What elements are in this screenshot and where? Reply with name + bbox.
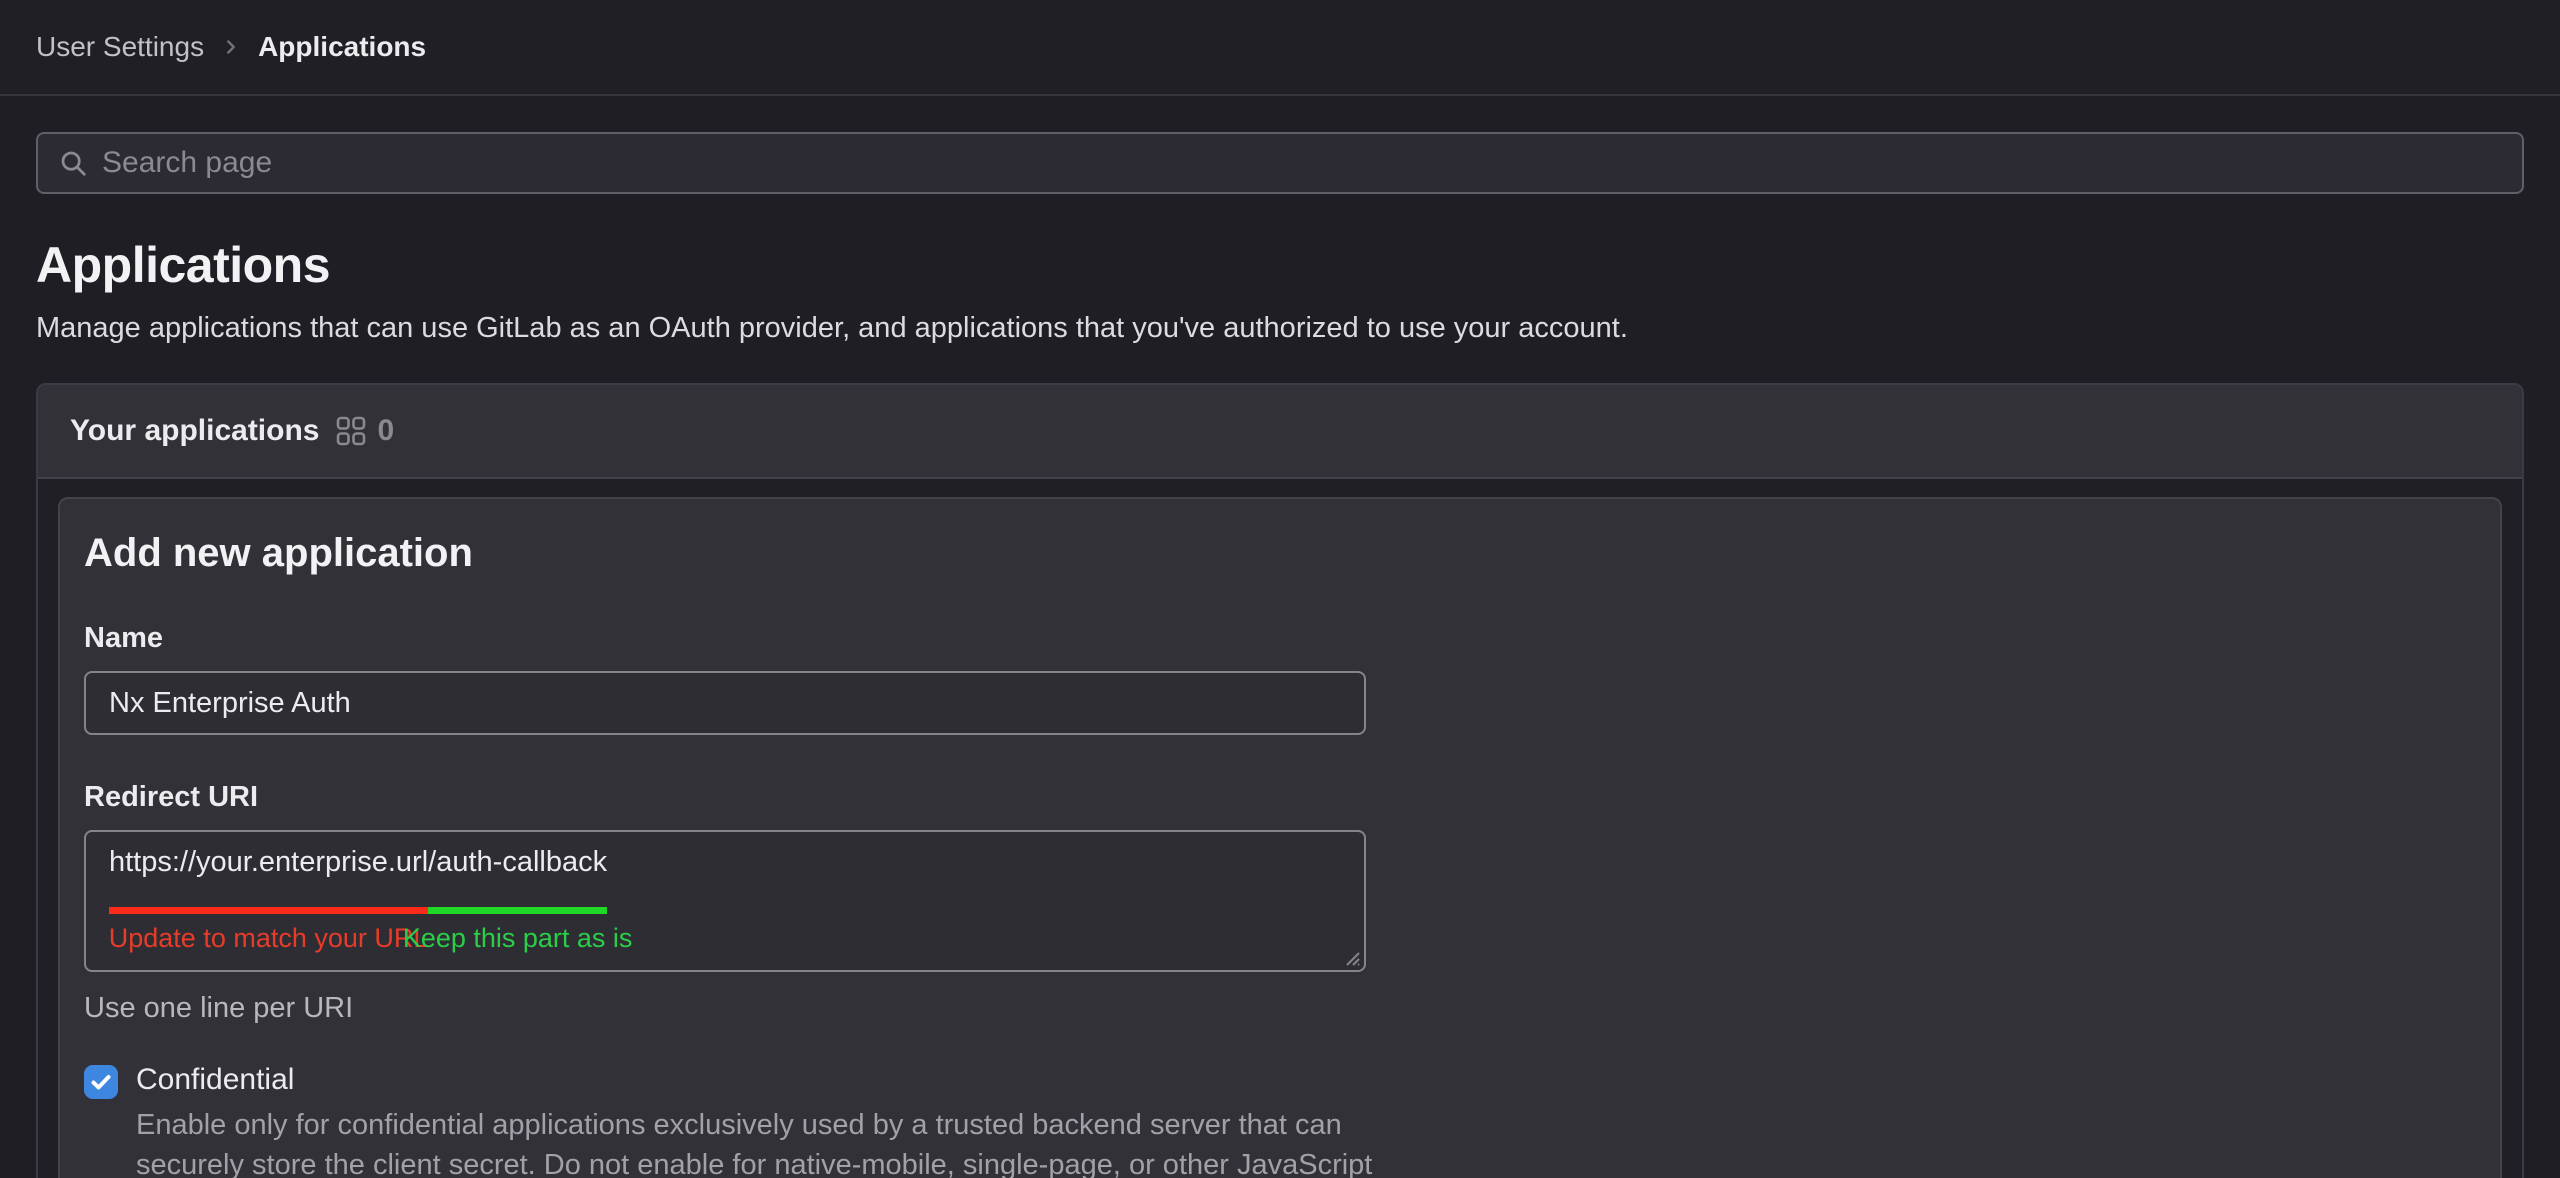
- search-input[interactable]: [102, 146, 2502, 180]
- redirect-uri-host-segment: https://your.enterprise.url Update to ma…: [109, 846, 428, 914]
- redirect-uri-path-segment: /auth-callback Keep this part as is: [428, 846, 607, 914]
- confidential-row: Confidential Enable only for confidentia…: [84, 1063, 2476, 1178]
- your-applications-body: Add new application Name Redirect URI ht…: [38, 479, 2522, 1178]
- add-application-panel: Add new application Name Redirect URI ht…: [58, 497, 2502, 1178]
- checkmark-icon: [89, 1070, 113, 1094]
- your-applications-header: Your applications 0: [38, 385, 2522, 479]
- your-applications-card: Your applications 0 Add new application …: [36, 383, 2524, 1178]
- top-bar: User Settings Applications: [0, 0, 2560, 96]
- confidential-label[interactable]: Confidential: [136, 1063, 1406, 1097]
- applications-count-badge: 0: [335, 414, 394, 448]
- your-applications-title: Your applications: [70, 414, 319, 448]
- applications-count: 0: [377, 414, 394, 448]
- breadcrumb: User Settings Applications: [36, 31, 426, 63]
- redirect-uri-value: https://your.enterprise.url Update to ma…: [109, 846, 1341, 914]
- annotation-keep-part: Keep this part as is: [403, 923, 633, 954]
- page-title: Applications: [36, 236, 2524, 294]
- main-content: Applications Manage applications that ca…: [0, 132, 2560, 1178]
- add-application-title: Add new application: [84, 531, 2476, 576]
- redirect-uri-textarea[interactable]: https://your.enterprise.url Update to ma…: [84, 830, 1366, 972]
- applications-grid-icon: [335, 415, 367, 447]
- breadcrumb-user-settings[interactable]: User Settings: [36, 31, 204, 63]
- breadcrumb-applications: Applications: [258, 31, 426, 63]
- redirect-uri-help: Use one line per URI: [84, 992, 2476, 1025]
- confidential-checkbox[interactable]: [84, 1065, 118, 1099]
- name-label: Name: [84, 622, 2476, 655]
- redirect-uri-label: Redirect URI: [84, 781, 2476, 814]
- chevron-right-icon: [220, 36, 242, 58]
- name-input[interactable]: [84, 671, 1366, 735]
- confidential-help: Enable only for confidential application…: [136, 1105, 1406, 1178]
- page-description: Manage applications that can use GitLab …: [36, 312, 2524, 345]
- textarea-resize-handle[interactable]: [1339, 945, 1361, 967]
- confidential-text-block: Confidential Enable only for confidentia…: [136, 1063, 1406, 1178]
- search-bar[interactable]: [36, 132, 2524, 194]
- search-icon: [58, 148, 88, 178]
- annotation-update-url: Update to match your URL: [109, 923, 429, 954]
